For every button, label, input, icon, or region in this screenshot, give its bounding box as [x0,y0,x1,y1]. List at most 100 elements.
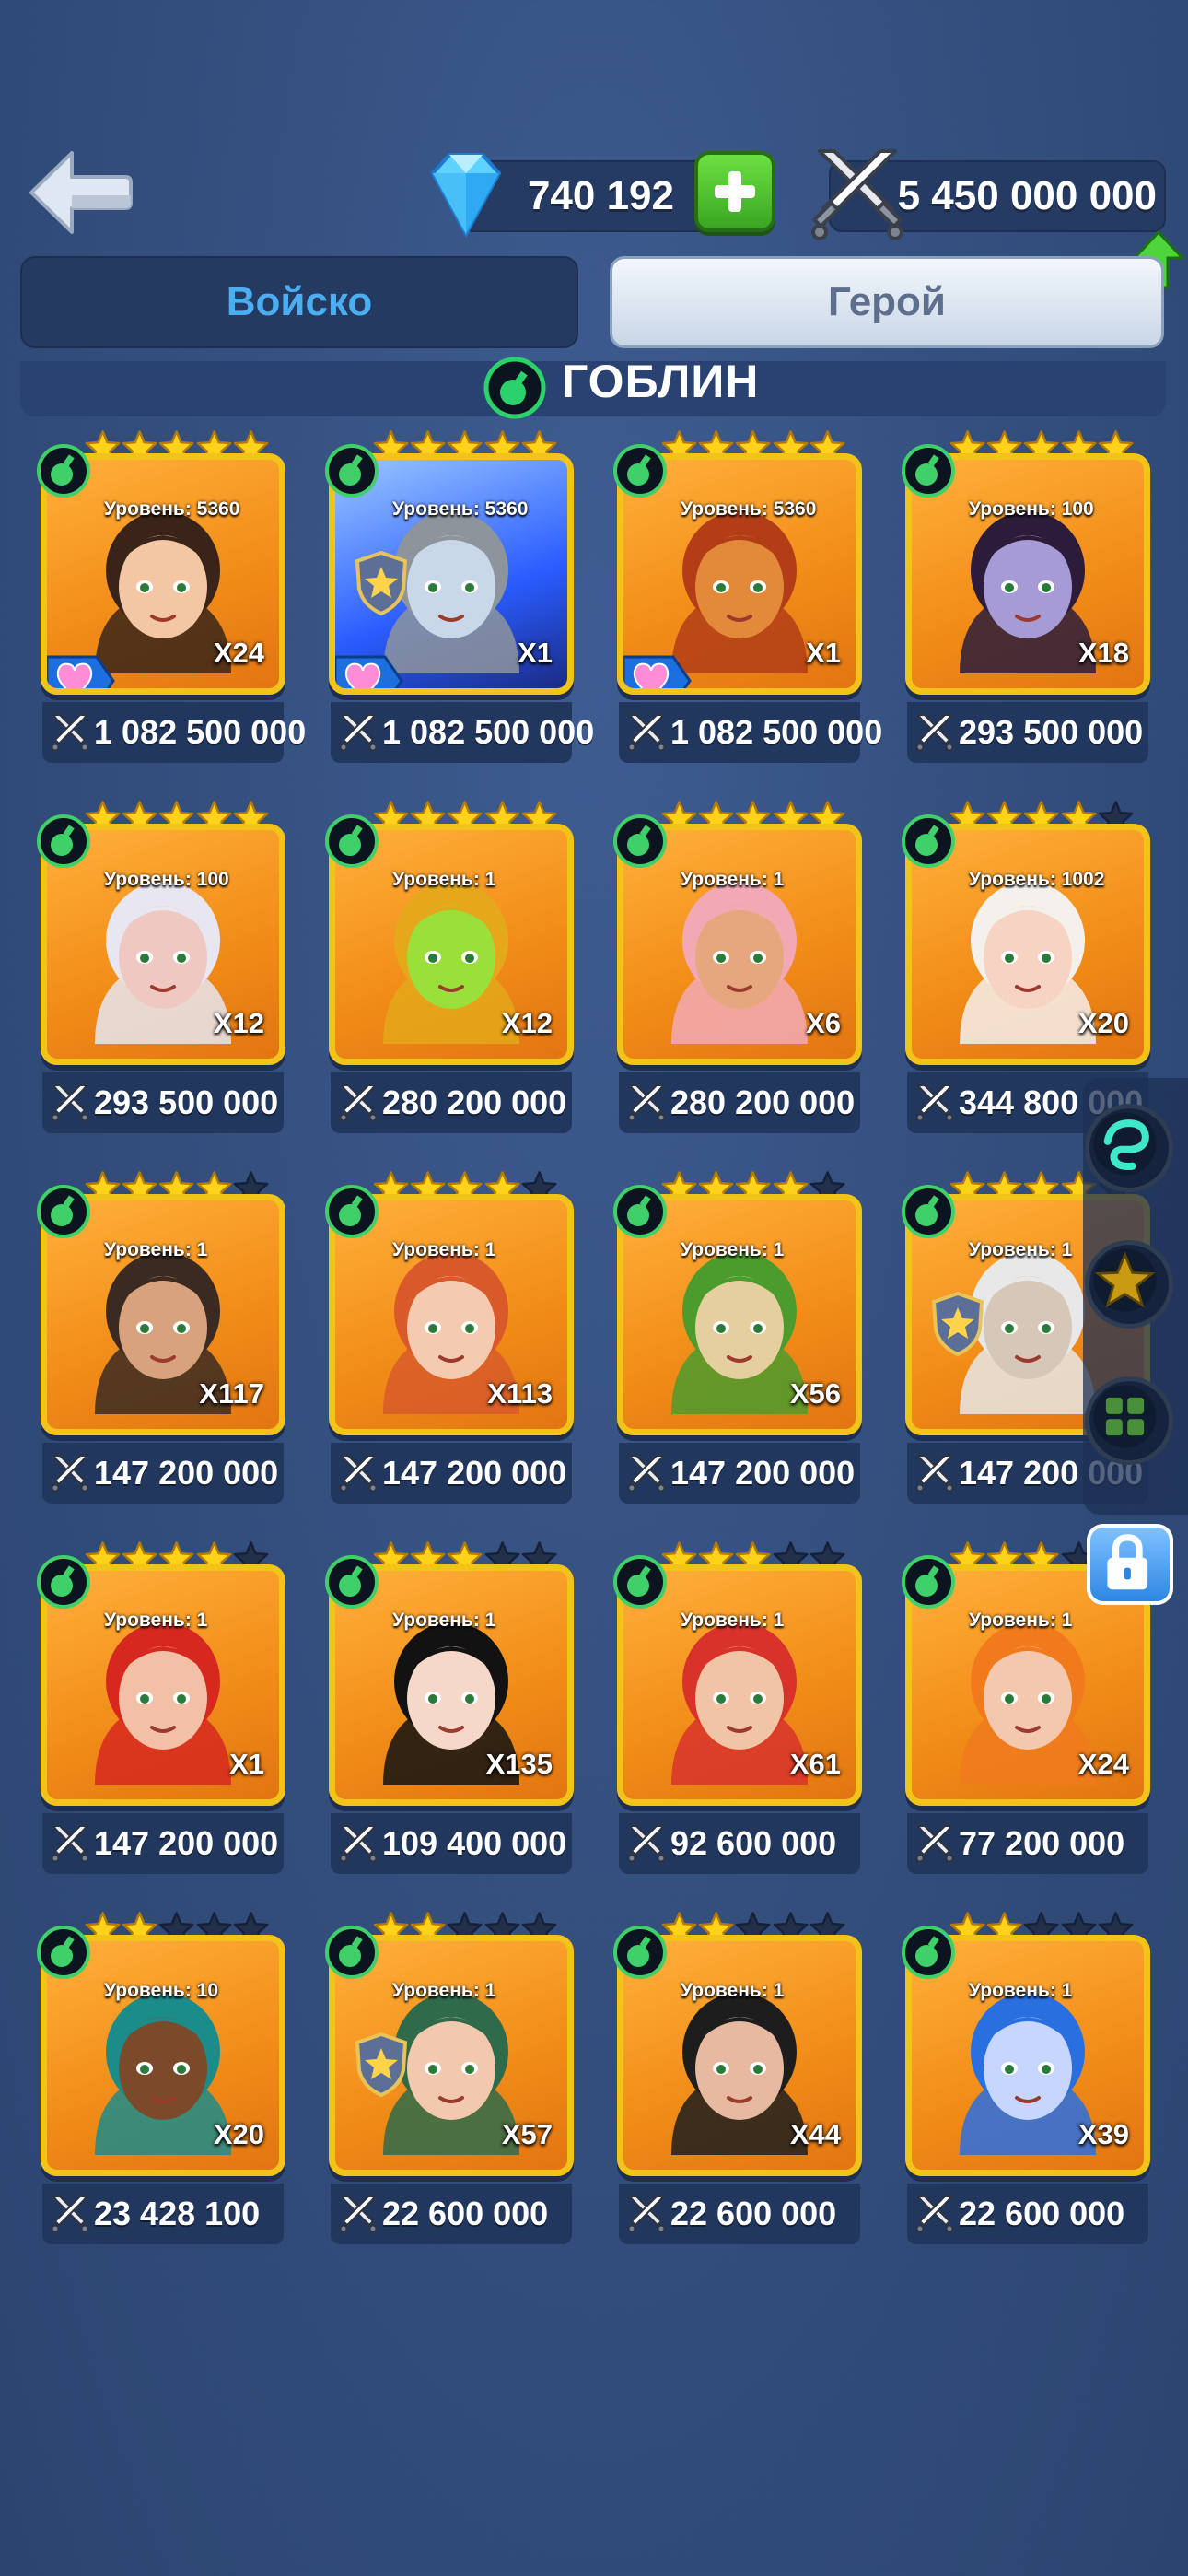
lock-icon [1107,1534,1148,1590]
hero-level: Уровень: 5360 [681,498,817,520]
hero-card[interactable]: Уровень: 5360 X1 1 082 500 000 [613,426,882,796]
hero-power: 293 500 000 [94,1083,279,1121]
hero-card[interactable]: Уровень: 1 X57 22 600 000 [325,1907,574,2277]
hero-count: X18 [1077,637,1129,669]
hero-power: 1 082 500 000 [670,713,883,751]
hero-card[interactable]: Уровень: 1 X6 280 200 000 [613,796,862,1166]
goblin-class-icon [37,1185,90,1238]
goblin-class-icon [613,444,667,498]
grid-view-button[interactable] [1085,1376,1173,1465]
hero-level: Уровень: 1 [681,869,785,890]
hero-count: X1 [229,1748,264,1780]
hero-card[interactable]: Уровень: 1 X44 22 600 000 [613,1907,862,2277]
crossed-swords-icon [339,1455,378,1493]
add-gems-button[interactable] [694,151,775,232]
crossed-swords-icon [915,1084,954,1122]
goblin-class-icon [483,357,546,419]
crossed-swords-icon [51,2195,89,2233]
tab-army[interactable]: Войско [20,256,578,348]
favorites-button[interactable] [1085,1240,1173,1329]
hero-power-bar: 1 082 500 000 [619,702,882,763]
crossed-swords-icon [51,1825,89,1863]
hero-count: X20 [1077,1007,1129,1039]
goblin-class-icon [37,1926,90,1979]
hero-power-bar: 77 200 000 [907,1813,1148,1874]
hero-power-bar: 92 600 000 [619,1813,860,1874]
hero-power-bar: 293 500 000 [907,702,1148,763]
hero-card[interactable]: Уровень: 10 X20 23 428 100 [37,1907,285,2277]
hero-card[interactable]: Уровень: 1 X1 147 200 000 [37,1537,285,1907]
hero-count: X20 [213,2118,264,2150]
goblin-class-icon [902,444,955,498]
hero-card[interactable]: Уровень: 1 X61 92 600 000 [613,1537,862,1907]
hero-card[interactable]: Уровень: 1 X113 147 200 000 [325,1166,574,1537]
hero-level: Уровень: 100 [104,869,229,890]
hero-power-bar: 22 600 000 [331,2184,572,2244]
heart-badge-icon [335,655,403,688]
hero-power: 109 400 000 [382,1824,567,1862]
hero-card[interactable]: Уровень: 1 X135 109 400 000 [325,1537,574,1907]
hero-count: X57 [501,2118,553,2150]
section-title: ГОБЛИН [562,356,760,407]
crossed-swords-icon [915,1825,954,1863]
hero-power-bar: 293 500 000 [42,1072,284,1133]
hero-power: 280 200 000 [670,1083,856,1121]
hero-power: 22 600 000 [670,2195,837,2232]
diamond-icon [430,153,502,239]
shield-badge-icon [355,550,408,616]
hero-level: Уровень: 1 [681,1239,785,1260]
goblin-class-icon [902,1926,955,1979]
hero-count: X24 [213,637,264,669]
hero-level: Уровень: 1002 [969,869,1105,890]
goblin-class-icon [325,1185,379,1238]
goblin-class-icon [325,444,379,498]
hero-count: X1 [518,637,553,669]
hero-card[interactable]: Уровень: 100 X12 293 500 000 [37,796,285,1166]
hero-level: Уровень: 1 [681,1610,785,1631]
hero-card[interactable]: Уровень: 1 X12 280 200 000 [325,796,574,1166]
hero-power: 280 200 000 [382,1083,567,1121]
tab-hero[interactable]: Герой [610,256,1164,348]
hero-power-bar: 23 428 100 [42,2184,284,2244]
hero-portrait [95,1622,231,1785]
grid-icon [1093,1385,1157,1448]
shield-badge-icon [931,1291,984,1357]
hero-card[interactable]: Уровень: 100 X18 293 500 000 [902,426,1150,796]
heart-badge-icon [47,655,115,688]
hero-card[interactable]: Уровень: 5360 X24 1 082 500 000 [37,426,306,796]
gems-value: 740 192 [527,173,674,218]
crossed-swords-icon [915,714,954,752]
hero-level: Уровень: 100 [969,498,1094,520]
hero-level: Уровень: 1 [681,1980,785,2001]
hero-level: Уровень: 1 [104,1239,208,1260]
swap-icon [1093,1112,1157,1176]
hero-level: Уровень: 1 [969,1239,1073,1260]
hero-card[interactable]: Уровень: 5360 X1 1 082 500 000 [325,426,594,796]
hero-power-bar: 280 200 000 [331,1072,572,1133]
hero-power: 147 200 000 [382,1454,567,1492]
hero-power-bar: 147 200 000 [619,1443,860,1504]
power-value: 5 450 000 000 [897,173,1157,218]
back-button[interactable] [26,147,134,238]
hero-power: 147 200 000 [670,1454,856,1492]
hero-count: X24 [1077,1748,1129,1780]
hero-grid: Уровень: 5360 X24 1 082 500 000 Уровень:… [37,426,1150,2277]
hero-card[interactable]: Уровень: 1 X39 22 600 000 [902,1907,1150,2277]
hero-count: X12 [213,1007,264,1039]
hero-power: 23 428 100 [94,2195,261,2232]
lock-button[interactable] [1087,1524,1173,1605]
crossed-swords-icon [339,2195,378,2233]
hero-card[interactable]: Уровень: 1 X117 147 200 000 [37,1166,285,1537]
hero-portrait [671,882,808,1044]
hero-level: Уровень: 10 [104,1980,219,2001]
hero-power-bar: 1 082 500 000 [331,702,594,763]
hero-level: Уровень: 1 [392,1239,496,1260]
crossed-swords-icon [627,1084,666,1122]
shield-badge-icon [355,2032,408,2098]
swap-button[interactable] [1085,1104,1173,1192]
hero-power: 22 600 000 [382,2195,549,2232]
hero-card[interactable]: Уровень: 1 X56 147 200 000 [613,1166,862,1537]
hero-power-bar: 280 200 000 [619,1072,860,1133]
hero-power-bar: 22 600 000 [907,2184,1148,2244]
goblin-class-icon [902,1555,955,1609]
